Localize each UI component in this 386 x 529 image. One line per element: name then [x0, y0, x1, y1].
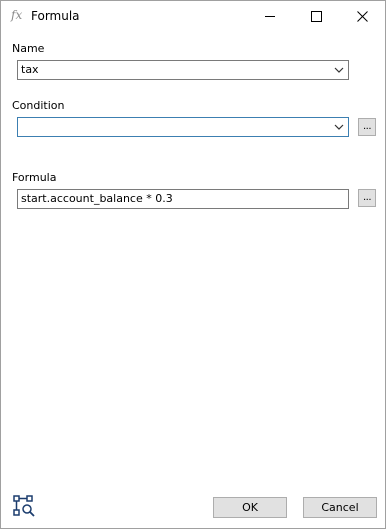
close-button[interactable]: [339, 1, 385, 32]
fx-icon: fx: [11, 8, 23, 22]
name-combobox[interactable]: tax: [17, 60, 349, 80]
cancel-button[interactable]: Cancel: [303, 497, 377, 518]
condition-browse-button[interactable]: ...: [358, 118, 376, 136]
formula-value: start.account_balance * 0.3: [21, 192, 173, 205]
formula-dialog: fx Formula Name tax Condition ... Formul…: [0, 0, 386, 529]
window-title: Formula: [31, 9, 80, 23]
search-tree-icon: [13, 495, 35, 517]
ok-button[interactable]: OK: [213, 497, 287, 518]
maximize-icon: [310, 11, 322, 22]
name-value: tax: [21, 63, 39, 76]
close-icon: [356, 11, 368, 22]
search-tree-button[interactable]: [13, 495, 35, 520]
maximize-button[interactable]: [293, 1, 339, 32]
minimize-icon: [265, 16, 275, 17]
name-label: Name: [12, 42, 45, 55]
condition-combobox[interactable]: [17, 117, 349, 137]
condition-label: Condition: [12, 99, 65, 112]
chevron-down-icon: [334, 124, 344, 130]
minimize-button[interactable]: [247, 1, 293, 32]
formula-input[interactable]: start.account_balance * 0.3: [17, 189, 349, 209]
formula-label: Formula: [12, 171, 57, 184]
title-bar[interactable]: fx Formula: [1, 1, 385, 32]
chevron-down-icon: [334, 67, 344, 73]
formula-browse-button[interactable]: ...: [358, 189, 376, 207]
